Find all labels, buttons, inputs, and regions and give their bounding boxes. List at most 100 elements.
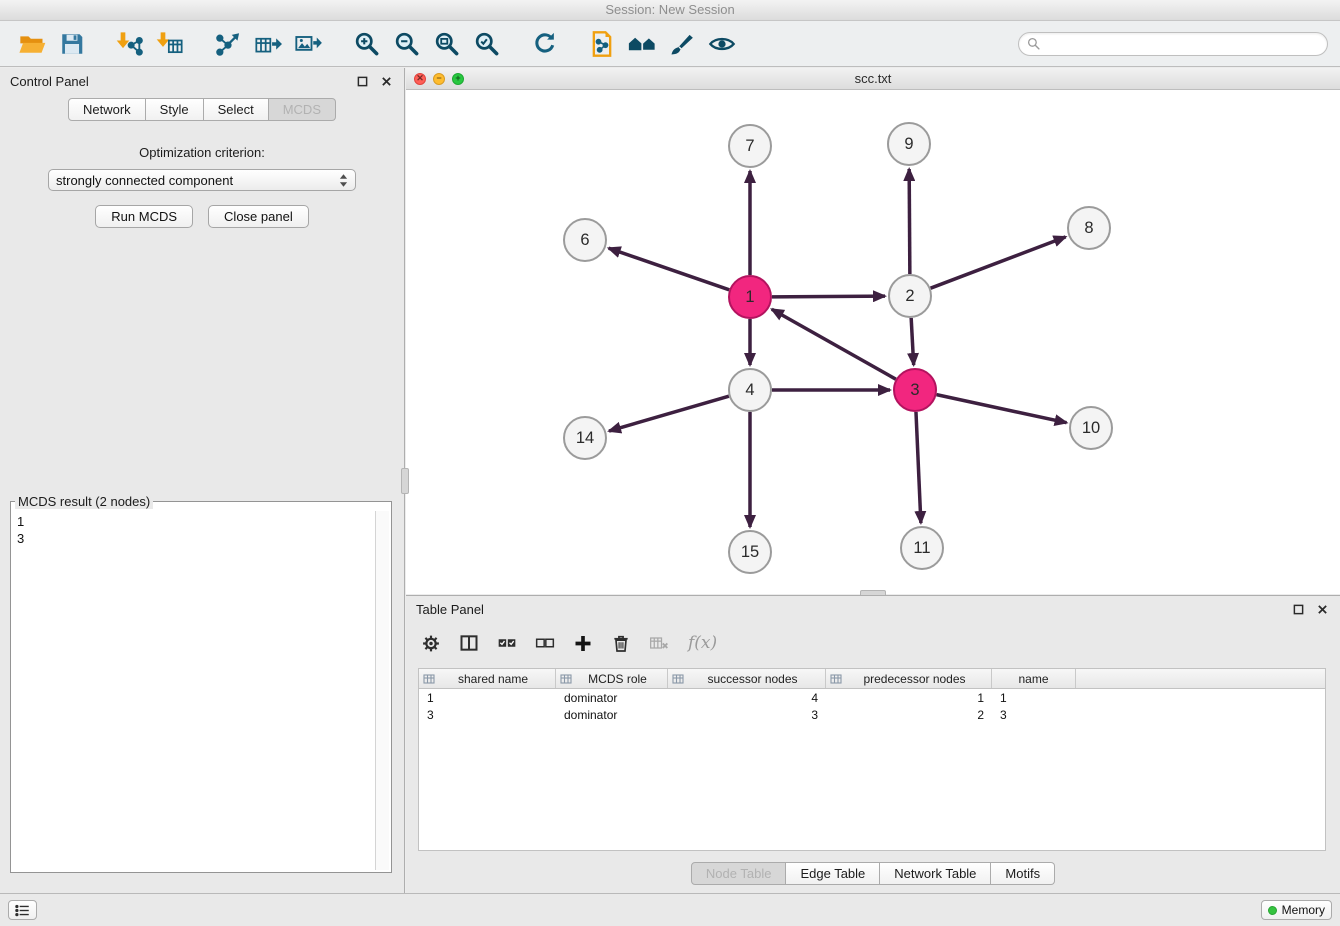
network-from-selection-button[interactable] [583, 25, 621, 63]
float-panel-button[interactable] [354, 73, 370, 89]
select-all-icon [497, 632, 517, 654]
edge-3-1[interactable] [772, 309, 896, 379]
edge-2-8[interactable] [931, 237, 1066, 288]
task-history-button[interactable] [8, 900, 37, 920]
zoom-selected-button[interactable] [467, 25, 505, 63]
show-hide-button[interactable] [703, 25, 741, 63]
close-table-panel-button[interactable] [1314, 601, 1330, 617]
graph-node-10[interactable]: 10 [1070, 407, 1112, 449]
import-network-button[interactable] [111, 25, 149, 63]
edge-2-9[interactable] [909, 169, 910, 274]
table-panel-header: Table Panel [406, 596, 1340, 622]
close-icon [1317, 604, 1328, 615]
graph-node-1[interactable]: 1 [729, 276, 771, 318]
zoom-window-button[interactable]: + [452, 73, 464, 85]
column-header-shared-name[interactable]: shared name [419, 669, 556, 688]
tab-style[interactable]: Style [146, 98, 204, 121]
refresh-layout-button[interactable] [525, 25, 563, 63]
table-toolbar: f(x) [406, 622, 1340, 664]
minimize-window-button[interactable]: − [433, 73, 445, 85]
export-network-button[interactable] [209, 25, 247, 63]
paintbrush-icon [668, 30, 696, 58]
tab-edge-table[interactable]: Edge Table [786, 862, 880, 885]
cell-mcds-role: dominator [556, 691, 668, 705]
tab-network-table[interactable]: Network Table [880, 862, 991, 885]
main-toolbar [0, 21, 1340, 67]
tab-node-table[interactable]: Node Table [691, 862, 787, 885]
cell-name: 1 [992, 691, 1076, 705]
edge-1-2[interactable] [772, 296, 885, 297]
close-panel-pushbutton[interactable]: Close panel [208, 205, 309, 228]
memory-button[interactable]: Memory [1261, 900, 1332, 920]
edge-3-10[interactable] [937, 395, 1067, 423]
vertical-splitter-grip[interactable] [401, 468, 409, 494]
status-bar: Memory [0, 893, 1340, 926]
open-session-button[interactable] [13, 25, 51, 63]
edge-4-14[interactable] [609, 396, 729, 431]
column-header-successor-nodes[interactable]: successor nodes [668, 669, 826, 688]
zoom-out-button[interactable] [387, 25, 425, 63]
apply-style-button[interactable] [663, 25, 701, 63]
tab-motifs[interactable]: Motifs [991, 862, 1055, 885]
delete-column-button[interactable] [605, 627, 637, 659]
delete-table-button[interactable] [643, 627, 675, 659]
column-header-icon [672, 673, 684, 685]
cell-predecessor-nodes: 2 [826, 708, 992, 722]
table-row[interactable]: 1 dominator 4 1 1 [419, 689, 1325, 706]
column-header-mcds-role[interactable]: MCDS role [556, 669, 668, 688]
tab-network[interactable]: Network [68, 98, 146, 121]
column-header-name[interactable]: name [992, 669, 1076, 688]
export-image-button[interactable] [289, 25, 327, 63]
graph-node-7[interactable]: 7 [729, 125, 771, 167]
cell-successor-nodes: 3 [668, 708, 826, 722]
table-settings-button[interactable] [415, 627, 447, 659]
column-header-icon [423, 673, 435, 685]
network-canvas[interactable]: 7 9 6 8 1 2 4 3 14 10 15 11 [406, 90, 1340, 594]
import-table-button[interactable] [151, 25, 189, 63]
graph-node-4[interactable]: 4 [729, 369, 771, 411]
column-header-icon [830, 673, 842, 685]
column-header-predecessor-nodes[interactable]: predecessor nodes [826, 669, 992, 688]
run-mcds-button[interactable]: Run MCDS [95, 205, 193, 228]
zoom-fit-button[interactable] [427, 25, 465, 63]
graph-node-6[interactable]: 6 [564, 219, 606, 261]
show-columns-button[interactable] [453, 627, 485, 659]
svg-text:1: 1 [745, 288, 754, 306]
column-header-icon [560, 673, 572, 685]
houses-icon [627, 29, 657, 59]
export-table-button[interactable] [249, 25, 287, 63]
select-all-rows-button[interactable] [491, 627, 523, 659]
open-folder-icon [18, 30, 46, 58]
edge-2-3[interactable] [911, 318, 914, 365]
graph-node-3[interactable]: 3 [894, 369, 936, 411]
search-box [1018, 32, 1328, 56]
tab-mcds[interactable]: MCDS [269, 98, 336, 121]
svg-text:11: 11 [913, 539, 930, 557]
deselect-all-rows-button[interactable] [529, 627, 561, 659]
node-table: shared name MCDS role successor nodes [418, 668, 1326, 851]
eye-icon [708, 30, 736, 58]
cell-shared-name: 3 [419, 708, 556, 722]
graph-node-9[interactable]: 9 [888, 123, 930, 165]
close-panel-button[interactable] [378, 73, 394, 89]
first-neighbors-button[interactable] [623, 25, 661, 63]
save-session-button[interactable] [53, 25, 91, 63]
function-builder-button[interactable]: f(x) [688, 633, 717, 653]
edge-1-6[interactable] [609, 248, 730, 290]
graph-node-11[interactable]: 11 [901, 527, 943, 569]
tab-select[interactable]: Select [204, 98, 269, 121]
graph-node-8[interactable]: 8 [1068, 207, 1110, 249]
criterion-select[interactable]: strongly connected component [48, 169, 356, 191]
result-scrollbar[interactable] [375, 511, 389, 870]
graph-node-2[interactable]: 2 [889, 275, 931, 317]
search-input[interactable] [1045, 36, 1319, 52]
zoom-in-button[interactable] [347, 25, 385, 63]
float-table-panel-button[interactable] [1290, 601, 1306, 617]
table-row[interactable]: 3 dominator 3 2 3 [419, 706, 1325, 723]
graph-node-14[interactable]: 14 [564, 417, 606, 459]
add-column-button[interactable] [567, 627, 599, 659]
edge-3-11[interactable] [916, 412, 921, 523]
close-window-button[interactable]: ✕ [414, 73, 426, 85]
float-window-icon [1293, 604, 1304, 615]
graph-node-15[interactable]: 15 [729, 531, 771, 573]
